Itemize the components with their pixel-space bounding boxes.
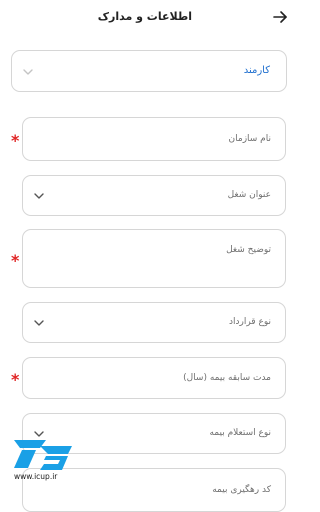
chevron-down-icon	[34, 193, 44, 199]
required-marker: *	[11, 131, 20, 150]
insurance-history-label: مدت سابقه بیمه (سال)	[183, 373, 271, 383]
job-title-select[interactable]: عنوان شغل	[22, 175, 286, 216]
organization-name-label: نام سازمان	[228, 134, 271, 144]
employment-type-value: کارمند	[243, 65, 270, 76]
required-marker: *	[11, 251, 20, 270]
contract-type-select[interactable]: نوع قرارداد	[22, 302, 286, 343]
watermark-url: www.icup.ir	[14, 472, 58, 481]
employment-type-select[interactable]: کارمند	[11, 50, 287, 92]
contract-type-label: نوع قرارداد	[228, 317, 271, 327]
watermark-logo	[14, 440, 72, 470]
chevron-down-icon	[34, 320, 44, 326]
tracking-code-label: کد رهگیری بیمه	[212, 485, 271, 495]
chevron-down-icon	[23, 69, 33, 75]
organization-name-input[interactable]: نام سازمان	[22, 117, 286, 161]
job-title-label: عنوان شغل	[227, 190, 271, 200]
insurance-inquiry-type-label: نوع استعلام بیمه	[209, 428, 271, 438]
arrow-right-icon[interactable]	[272, 9, 288, 25]
page-title: اطلاعات و مدارک	[97, 10, 192, 23]
insurance-history-input[interactable]: مدت سابقه بیمه (سال)	[22, 357, 286, 399]
job-description-textarea[interactable]: توضیح شغل	[22, 229, 286, 288]
top-header: اطلاعات و مدارک	[0, 0, 300, 40]
required-marker: *	[11, 370, 20, 389]
job-description-label: توضیح شغل	[226, 245, 271, 255]
